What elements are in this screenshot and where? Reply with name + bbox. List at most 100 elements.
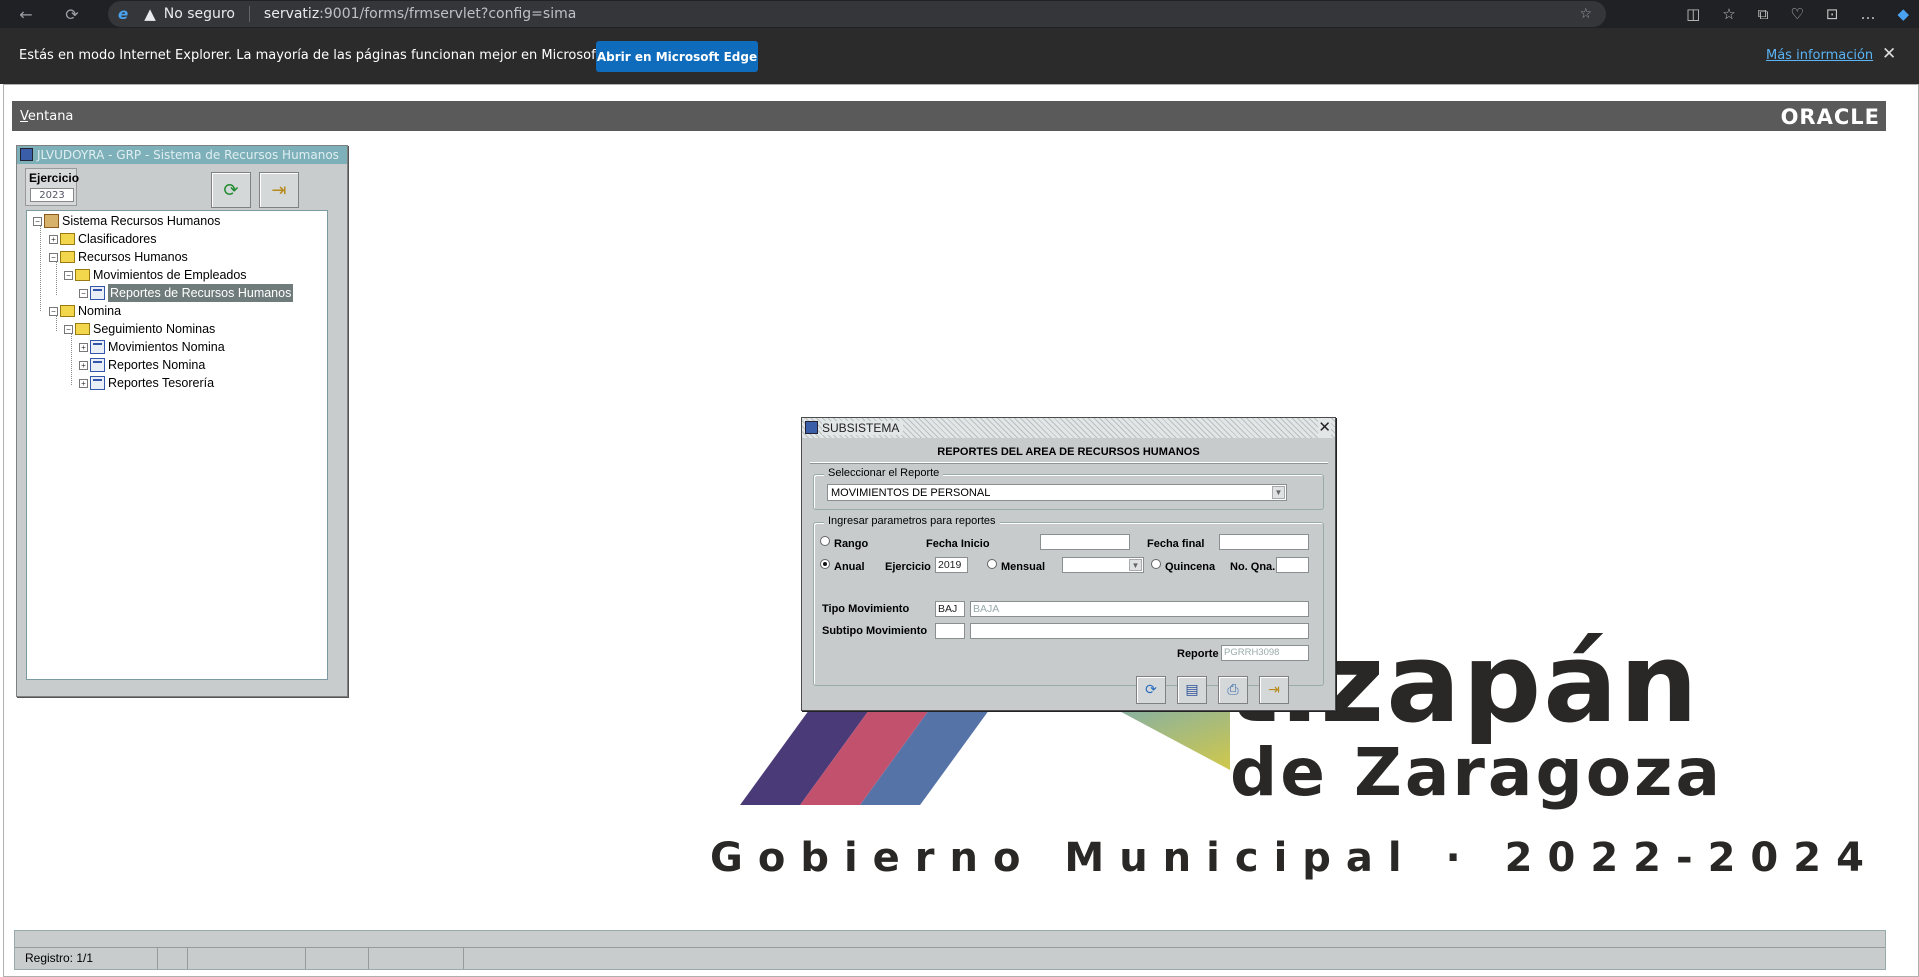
navigation-tree: − Sistema Recursos Humanos + Clasificado… <box>26 210 328 680</box>
dialog-titlebar[interactable]: SUBSISTEMA ✕ <box>802 418 1335 438</box>
ejercicio-field[interactable]: 2023 <box>30 188 74 202</box>
tree-label: Seguimiento Nominas <box>93 322 216 336</box>
tree-node-recursos-humanos[interactable]: − Recursos Humanos <box>49 247 188 267</box>
menu-ventana[interactable]: Ventana <box>20 109 73 124</box>
expand-icon[interactable]: + <box>49 234 58 244</box>
no-qna-label: No. Qna. <box>1230 561 1276 573</box>
tree-node-seguimiento[interactable]: − Seguimiento Nominas <box>64 319 215 339</box>
tree-label: Sistema Recursos Humanos <box>62 214 221 228</box>
back-icon[interactable]: ← <box>6 0 46 28</box>
url-text[interactable]: servatiz:9001/forms/frmservlet?config=si… <box>264 6 576 22</box>
security-label[interactable]: No seguro <box>164 6 235 22</box>
tree-node-reportes-tesoreria[interactable]: + Reportes Tesorería <box>79 373 214 393</box>
tree-node-clasificadores[interactable]: + Clasificadores <box>49 229 157 249</box>
exit-button[interactable]: ⇥ <box>259 172 299 208</box>
heading-divider <box>810 462 1328 464</box>
status-row <box>15 947 1885 969</box>
toolbar-icons: ◫ ☆ ⧉ ♡ ⊡ … ◆ <box>1686 0 1909 28</box>
status-divider <box>157 947 158 969</box>
tree-node-nomina[interactable]: − Nomina <box>49 301 121 321</box>
more-menu-icon[interactable]: … <box>1860 5 1875 23</box>
status-divider <box>305 947 306 969</box>
url-host: servatiz <box>263 6 320 22</box>
expand-icon[interactable]: + <box>79 360 88 370</box>
tree-node-root[interactable]: − Sistema Recursos Humanos <box>33 211 220 231</box>
ie-mode-icon[interactable]: e <box>118 5 128 23</box>
chevron-down-icon[interactable]: ▼ <box>1129 559 1142 571</box>
expand-icon[interactable]: + <box>79 378 88 388</box>
more-info-link[interactable]: Más información <box>1766 48 1873 63</box>
select-report-group: Seleccionar el Reporte MOVIMIENTOS DE PE… <box>813 467 1324 510</box>
collapse-icon[interactable]: − <box>49 252 58 262</box>
subsistema-dialog: SUBSISTEMA ✕ REPORTES DEL AREA DE RECURS… <box>801 417 1336 711</box>
ejercicio-label: Ejercicio <box>29 171 80 185</box>
collapse-icon[interactable]: − <box>79 288 88 298</box>
health-icon[interactable]: ♡ <box>1790 5 1803 23</box>
print-icon: ⎙ <box>1227 682 1239 698</box>
tree-label: Nomina <box>78 304 122 318</box>
folder-open-icon <box>60 305 75 317</box>
mensual-select[interactable]: ▼ <box>1062 557 1144 573</box>
ejercicio-label: Ejercicio <box>885 561 931 573</box>
tree-label: Recursos Humanos <box>78 250 188 264</box>
rango-radio[interactable] <box>820 536 830 546</box>
exit-door-icon: ⇥ <box>1268 682 1280 698</box>
collapse-icon[interactable]: − <box>64 324 73 334</box>
collapse-icon[interactable]: − <box>64 270 73 280</box>
refresh-green-icon: ⟳ <box>223 179 239 201</box>
expand-icon[interactable]: + <box>79 342 88 352</box>
collapse-icon[interactable]: − <box>49 306 58 316</box>
tree-node-reportes-nomina[interactable]: + Reportes Nomina <box>79 355 205 375</box>
subtipo-desc-field[interactable] <box>970 623 1309 639</box>
anual-label: Anual <box>834 561 865 573</box>
collapse-icon[interactable]: − <box>33 216 42 226</box>
anual-radio[interactable] <box>820 559 830 569</box>
warning-icon: ▲ <box>144 5 156 23</box>
window-icon: ▤ <box>1185 682 1199 698</box>
window-title[interactable]: JLVUDOYRA - GRP - Sistema de Recursos Hu… <box>17 146 347 164</box>
tree-node-movimientos-empleados[interactable]: − Movimientos de Empleados <box>64 265 247 285</box>
tipo-desc-field: BAJA <box>970 601 1309 617</box>
window-title-text: JLVUDOYRA - GRP - Sistema de Recursos Hu… <box>37 148 339 162</box>
report-select[interactable]: MOVIMIENTOS DE PERSONAL ▼ <box>827 484 1287 501</box>
ie-tab-icon[interactable]: ⊡ <box>1826 5 1839 23</box>
no-qna-field[interactable] <box>1276 557 1309 573</box>
exit-dialog-button[interactable]: ⇥ <box>1259 676 1289 704</box>
preview-button[interactable]: ▤ <box>1177 676 1207 704</box>
tree-label: Reportes Nomina <box>108 358 206 372</box>
favorites-icon[interactable]: ☆ <box>1722 5 1735 23</box>
copilot-icon[interactable]: ◆ <box>1897 5 1909 23</box>
tipo-movimiento-label: Tipo Movimiento <box>822 603 910 615</box>
open-in-edge-button[interactable]: Abrir en Microsoft Edge <box>596 41 758 72</box>
report-run-icon: ⟳ <box>1145 682 1157 698</box>
fecha-inicio-field[interactable] <box>1040 534 1130 550</box>
address-bar[interactable]: e ▲ No seguro servatiz:9001/forms/frmser… <box>108 1 1606 27</box>
dialog-app-icon <box>805 421 818 434</box>
tree-label: Movimientos Nomina <box>108 340 225 354</box>
tree-node-reportes-rh[interactable]: − Reportes de Recursos Humanos <box>79 283 294 303</box>
address-separator <box>248 6 250 22</box>
refresh-icon[interactable]: ⟳ <box>52 0 92 28</box>
run-report-button[interactable]: ⟳ <box>1136 676 1166 704</box>
favorite-star-icon[interactable]: ☆ <box>1579 6 1592 22</box>
tipo-code-field[interactable]: BAJ <box>935 601 965 617</box>
close-icon[interactable]: ✕ <box>1318 418 1331 438</box>
forms-menubar: Ventana ORACLE <box>12 101 1886 131</box>
fecha-final-field[interactable] <box>1219 534 1309 550</box>
mensual-radio[interactable] <box>987 559 997 569</box>
refresh-button[interactable]: ⟳ <box>211 172 251 208</box>
close-banner-icon[interactable]: ✕ <box>1882 44 1896 64</box>
tree-node-movimientos-nomina[interactable]: + Movimientos Nomina <box>79 337 225 357</box>
select-report-legend: Seleccionar el Reporte <box>824 467 944 479</box>
quincena-label: Quincena <box>1165 561 1216 573</box>
url-rest: :9001/forms/frmservlet?config=sima <box>319 6 577 22</box>
chevron-down-icon[interactable]: ▼ <box>1272 486 1285 499</box>
split-screen-icon[interactable]: ◫ <box>1686 5 1700 23</box>
ejercicio-field[interactable]: 2019 <box>935 557 968 573</box>
subtipo-code-field[interactable] <box>935 623 965 639</box>
status-bar: Registro: 1/1 <box>14 930 1886 970</box>
rango-label: Rango <box>834 538 869 550</box>
quincena-radio[interactable] <box>1151 559 1161 569</box>
collections-icon[interactable]: ⧉ <box>1758 5 1769 23</box>
print-button[interactable]: ⎙ <box>1218 676 1248 704</box>
